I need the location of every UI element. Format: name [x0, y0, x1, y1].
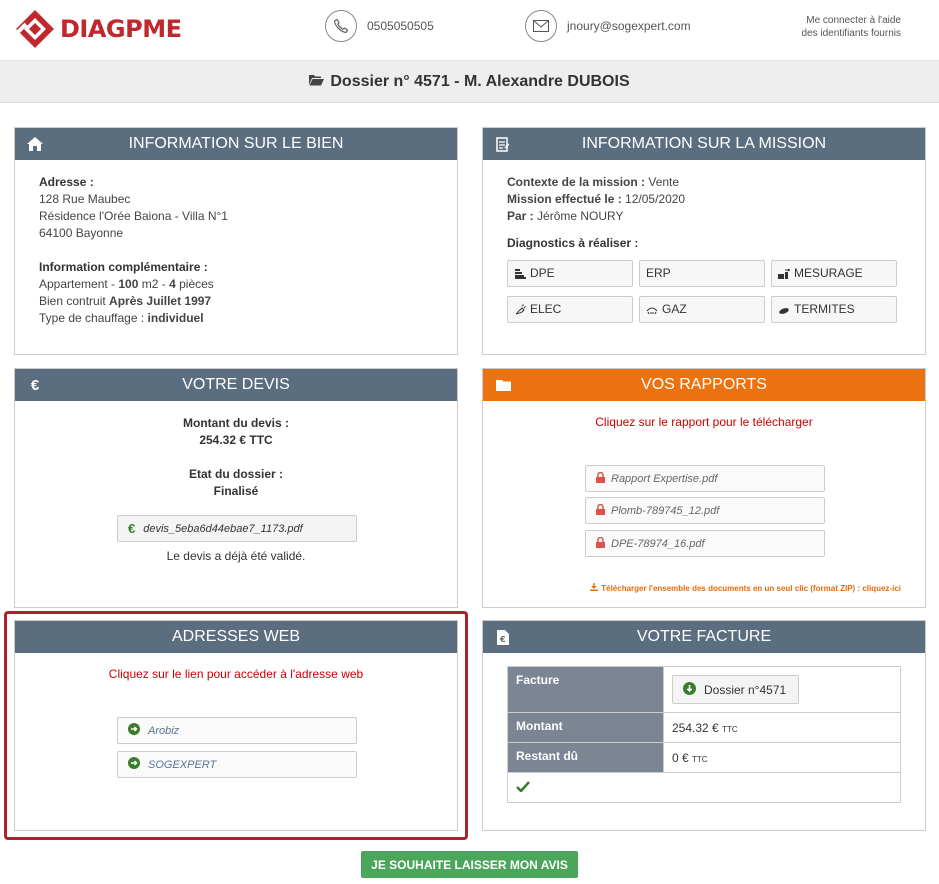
par-info: Par : Jérôme NOURY: [507, 209, 624, 223]
adresse-label: Adresse :: [39, 175, 94, 189]
adresse-line-3: 64100 Bayonne: [39, 226, 124, 240]
elec-icon: [514, 304, 526, 316]
mail-icon: [525, 10, 557, 42]
panel-rapports-header: VOS RAPPORTS: [483, 369, 925, 401]
dossier-title-text: Dossier n° 4571 - M. Alexandre DUBOIS: [330, 72, 630, 90]
phone-number: 0505050505: [367, 19, 434, 33]
check-icon: [516, 780, 530, 795]
panel-rapports-title: VOS RAPPORTS: [641, 376, 767, 393]
facture-dossier-button[interactable]: Dossier n°4571: [672, 675, 800, 704]
lock-icon: [596, 471, 605, 486]
table-row: Facture Dossier n°4571: [507, 666, 901, 713]
connect-line-1: Me connecter à l'aide: [806, 15, 901, 26]
panel-bien-body: Adresse : 128 Rue Maubec Résidence l'Oré…: [15, 160, 457, 341]
home-icon: [27, 136, 43, 152]
zip-download-link[interactable]: Télécharger l'ensemble des documents en …: [590, 583, 901, 593]
top-header: DIAGPME 0505050505 jnoury@sogexpert.com …: [0, 0, 939, 60]
facture-table-wrap: Facture Dossier n°4571 Montant 254.32 € …: [483, 653, 925, 803]
panel-mission-body: Contexte de la mission : Vente Mission e…: [483, 160, 925, 337]
panel-mission-header: INFORMATION SUR LA MISSION: [483, 128, 925, 160]
panel-devis: € VOTRE DEVIS Montant du devis : 254.32 …: [14, 368, 458, 608]
rapports-instruction: Cliquez sur le rapport pour le télécharg…: [595, 415, 813, 429]
logo-text: DIAGPME: [60, 15, 182, 43]
montant-label: Montant: [507, 712, 664, 743]
panel-facture-header: € VOTRE FACTURE: [483, 621, 925, 653]
rapport-file-1[interactable]: Rapport Expertise.pdf: [585, 465, 825, 492]
lock-icon: [596, 536, 605, 551]
montant-cell: 254.32 € TTC: [663, 712, 901, 743]
termites-icon: [778, 304, 790, 316]
folder-open-icon: [309, 73, 325, 91]
logo[interactable]: DIAGPME: [14, 8, 182, 50]
panel-bien-title: INFORMATION SUR LE BIEN: [128, 135, 344, 152]
lock-icon: [596, 503, 605, 518]
diagnostics-grid: DPE ERP MESURAGE ELEC GAZ TERMITES: [507, 260, 901, 323]
rapport-file-3[interactable]: DPE-78974_16.pdf: [585, 530, 825, 557]
adresse-line-2: Résidence l'Orée Baiona - Villa N°1: [39, 209, 228, 223]
dpe-icon: [514, 268, 526, 280]
download-circle-icon: [683, 681, 696, 698]
chauffage-info: Type de chauffage : individuel: [39, 311, 204, 325]
diag-elec[interactable]: ELEC: [507, 296, 633, 323]
etat-dossier-label: Etat du dossier :: [188, 467, 283, 481]
restant-label: Restant dû: [507, 742, 664, 773]
download-icon: [590, 583, 599, 593]
email-contact[interactable]: jnoury@sogexpert.com: [525, 10, 691, 42]
devis-validated-text: Le devis a déjà été validé.: [166, 549, 306, 563]
euro-icon: €: [30, 376, 40, 394]
rapport-file-2[interactable]: Plomb-789745_12.pdf: [585, 497, 825, 524]
selection-highlight: [4, 611, 468, 840]
contexte-info: Contexte de la mission : Vente: [507, 175, 680, 189]
connect-link[interactable]: Me connecter à l'aide des identifiants f…: [771, 14, 901, 40]
panel-devis-header: € VOTRE DEVIS: [15, 369, 457, 401]
svg-text:€: €: [499, 635, 506, 644]
adresse-line-1: 128 Rue Maubec: [39, 192, 131, 206]
restant-cell: 0 € TTC: [663, 742, 901, 773]
panel-devis-body: Montant du devis : 254.32 € TTC Etat du …: [15, 401, 457, 500]
gaz-icon: [646, 304, 658, 316]
diag-termites[interactable]: TERMITES: [771, 296, 897, 323]
logo-mark-icon: [14, 8, 56, 50]
mesurage-icon: [778, 268, 790, 280]
panel-facture: € VOTRE FACTURE Facture Dossier n°4571 M…: [482, 620, 926, 831]
dossier-title: Dossier n° 4571 - M. Alexandre DUBOIS: [309, 72, 630, 91]
folder-icon: [495, 377, 511, 393]
diag-mesurage[interactable]: MESURAGE: [771, 260, 897, 287]
phone-icon: [325, 10, 357, 42]
facture-table: Facture Dossier n°4571 Montant 254.32 € …: [507, 666, 901, 803]
panel-mission: INFORMATION SUR LA MISSION Contexte de l…: [482, 127, 926, 355]
diag-erp[interactable]: ERP: [639, 260, 765, 287]
dossier-bar: Dossier n° 4571 - M. Alexandre DUBOIS: [0, 60, 939, 103]
devis-file-name: devis_5eba6d44ebae7_1173.pdf: [143, 522, 303, 535]
panel-mission-title: INFORMATION SUR LA MISSION: [581, 135, 827, 152]
avis-button[interactable]: JE SOUHAITE LAISSER MON AVIS: [361, 851, 578, 878]
clipboard-icon: [495, 136, 511, 152]
construction-info: Bien contruit Après Juillet 1997: [39, 294, 212, 308]
devis-file-button[interactable]: € devis_5eba6d44ebae7_1173.pdf: [117, 515, 357, 542]
diagnostics-label: Diagnostics à réaliser :: [507, 236, 639, 250]
panel-bien: INFORMATION SUR LE BIEN Adresse : 128 Ru…: [14, 127, 458, 355]
email-address: jnoury@sogexpert.com: [567, 19, 691, 33]
panel-bien-header: INFORMATION SUR LE BIEN: [15, 128, 457, 160]
facture-label: Facture: [507, 666, 664, 713]
appartement-info: Appartement - 100 m2 - 4 pièces: [39, 277, 214, 291]
phone-contact[interactable]: 0505050505: [325, 10, 434, 42]
info-label: Information complémentaire :: [39, 260, 208, 274]
table-row: [507, 772, 901, 803]
diag-dpe[interactable]: DPE: [507, 260, 633, 287]
effectue-info: Mission effectué le : 12/05/2020: [507, 192, 686, 206]
panel-facture-title: VOTRE FACTURE: [636, 628, 772, 645]
montant-devis-value: 254.32 € TTC: [199, 433, 273, 447]
table-row: Montant 254.32 € TTC: [507, 712, 901, 743]
panel-rapports: VOS RAPPORTS Cliquez sur le rapport pour…: [482, 368, 926, 608]
diag-gaz[interactable]: GAZ: [639, 296, 765, 323]
table-row: Restant dû 0 € TTC: [507, 742, 901, 773]
etat-dossier-value: Finalisé: [213, 484, 259, 498]
euro-file-icon: €: [128, 521, 136, 536]
panel-devis-title: VOTRE DEVIS: [182, 376, 290, 393]
montant-devis-label: Montant du devis :: [183, 416, 289, 430]
invoice-icon: €: [495, 629, 511, 645]
connect-line-2: des identifiants fournis: [801, 28, 901, 39]
